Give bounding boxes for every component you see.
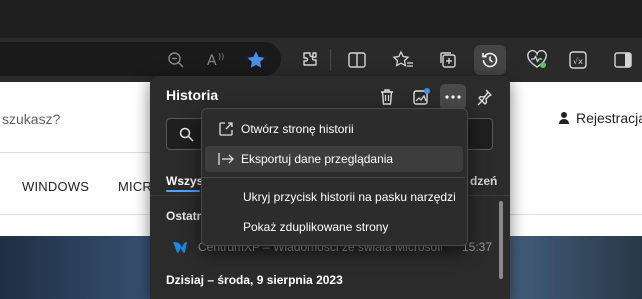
read-aloud-icon[interactable]: A)) <box>204 47 230 73</box>
menu-divider <box>202 177 465 178</box>
menu-item-label: Ukryj przycisk historii na pasku narzędz… <box>243 190 456 204</box>
zoom-out-icon[interactable] <box>163 47 189 73</box>
collections-icon[interactable] <box>435 47 461 73</box>
history-more-menu: Otwórz stronę historii Eksportuj dane pr… <box>201 108 468 246</box>
history-title: Historia <box>166 87 219 103</box>
menu-item-hide-history-button[interactable]: Ukryj przycisk historii na pasku narzędz… <box>205 184 463 210</box>
split-screen-icon[interactable] <box>344 47 370 73</box>
address-bar[interactable] <box>0 42 281 76</box>
tab-all[interactable]: Wszys <box>166 174 203 188</box>
svg-text:)): )) <box>218 52 224 61</box>
extensions-icon[interactable] <box>297 47 323 73</box>
external-link-icon <box>219 122 233 136</box>
menu-item-label: Eksportuj dane przeglądania <box>241 152 394 166</box>
site-search-underline <box>0 152 152 153</box>
delete-icon[interactable] <box>374 84 400 110</box>
tab-other[interactable]: dzeń <box>470 174 497 188</box>
open-in-new-icon[interactable] <box>408 84 434 110</box>
toolbar-separator <box>330 49 331 71</box>
menu-item-open-history-page[interactable]: Otwórz stronę historii <box>205 116 463 142</box>
tab-active-indicator <box>166 190 200 192</box>
more-options-icon[interactable] <box>440 84 466 110</box>
sidebar-toggle-icon[interactable] <box>610 47 636 73</box>
svg-text:√x: √x <box>573 57 583 66</box>
nav-item-microsoft[interactable]: MICR <box>118 179 152 194</box>
nav-item-windows[interactable]: WINDOWS <box>22 179 89 194</box>
site-search-input[interactable]: szukasz? <box>2 111 60 127</box>
svg-text:A: A <box>207 53 217 69</box>
user-icon <box>559 112 569 124</box>
register-link[interactable]: Rejestracja A <box>558 110 642 126</box>
favorite-star-icon[interactable] <box>243 47 269 73</box>
math-solver-icon[interactable]: √x <box>565 47 591 73</box>
history-scrollbar[interactable] <box>498 198 504 299</box>
scrollbar-thumb[interactable] <box>499 201 503 279</box>
menu-item-export-browsing-data[interactable]: Eksportuj dane przeglądania <box>205 146 463 172</box>
browser-essentials-icon[interactable] <box>524 47 550 73</box>
site-favicon-icon <box>173 242 187 253</box>
pin-icon[interactable] <box>471 84 497 110</box>
menu-item-show-duplicates[interactable]: Pokaż zduplikowane strony <box>205 214 463 240</box>
history-group-date: Dzisiaj – środa, 9 sierpnia 2023 <box>166 273 343 287</box>
search-icon <box>179 127 194 142</box>
favorites-icon[interactable] <box>390 47 416 73</box>
menu-item-label: Pokaż zduplikowane strony <box>243 220 389 234</box>
register-label: Rejestracja A <box>576 110 642 126</box>
export-icon <box>218 153 234 165</box>
window-top-strip <box>0 0 642 38</box>
menu-item-label: Otwórz stronę historii <box>241 122 354 136</box>
history-icon[interactable] <box>474 45 506 75</box>
history-group-label: Ostatn <box>166 209 205 223</box>
